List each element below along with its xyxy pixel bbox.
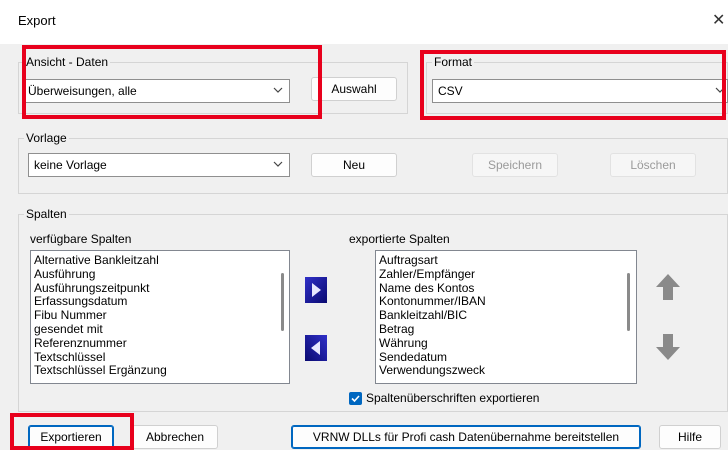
available-columns-label: verfügbare Spalten [30,232,132,246]
list-item[interactable]: Zahler/Empfänger [376,267,636,282]
list-item[interactable]: Kontonummer/IBAN [376,295,636,309]
window-title: Export [18,13,56,28]
exported-columns-scrollbar[interactable] [627,273,630,331]
list-item[interactable]: gesendet mit [31,322,289,337]
neu-button[interactable]: Neu [311,153,397,177]
remove-column-arrow-icon[interactable] [305,335,327,361]
list-item[interactable]: Betrag [376,322,636,337]
list-item[interactable]: Verwendungszweck [376,364,636,378]
ansicht-legend: Ansicht - Daten [24,55,111,69]
list-item[interactable]: Textschlüssel [31,350,289,365]
list-item[interactable]: Name des Kontos [376,281,636,296]
chevron-down-icon [273,87,283,93]
list-item[interactable]: Bankleitzahl/BIC [376,308,636,323]
speichern-button[interactable]: Speichern [472,153,558,177]
add-column-arrow-icon[interactable] [305,277,327,303]
export-button[interactable]: Exportieren [28,425,114,449]
list-item[interactable]: Auftragsart [376,253,636,268]
ansicht-selected-value: Überweisungen, alle [28,84,137,98]
list-item[interactable]: Ausführungszeitpunkt [31,281,289,296]
vrnw-dll-button[interactable]: VRNW DLLs für Profi cash Datenübernahme … [291,425,641,449]
format-combobox[interactable]: CSV [432,79,728,103]
vorlage-selected-value: keine Vorlage [34,158,107,172]
list-item[interactable]: Ausführung [31,267,289,282]
checkmark-icon [351,395,360,403]
list-item[interactable]: Währung [376,336,636,351]
list-item[interactable]: Alternative Bankleitzahl [31,253,289,268]
close-icon[interactable]: ✕ [712,10,725,30]
move-up-arrow-icon[interactable] [655,272,681,302]
exported-columns-list[interactable]: Auftragsart Zahler/Empfänger Name des Kont… [375,250,637,384]
list-item[interactable]: Erfassungsdatum [31,295,289,309]
vorlage-combobox[interactable]: keine Vorlage [28,153,290,177]
list-item[interactable]: Fibu Nummer [31,308,289,323]
available-columns-scrollbar[interactable] [281,273,284,331]
chevron-down-icon [715,87,725,93]
format-selected-value: CSV [438,84,463,98]
help-button[interactable]: Hilfe [659,425,721,449]
chevron-down-icon [273,161,283,167]
auswahl-button[interactable]: Auswahl [311,77,397,101]
list-item[interactable]: Sendedatum [376,350,636,365]
cancel-button[interactable]: Abbrechen [132,425,218,449]
list-item[interactable]: Referenznummer [31,336,289,351]
list-item[interactable]: Textschlüssel Ergänzung [31,364,289,378]
export-headers-checkbox[interactable] [349,392,362,405]
loeschen-button[interactable]: Löschen [610,153,696,177]
export-headers-label[interactable]: Spaltenüberschriften exportieren [366,391,539,405]
ansicht-combobox[interactable]: Überweisungen, alle [22,79,290,103]
format-legend: Format [432,55,475,69]
move-down-arrow-icon[interactable] [655,332,681,362]
title-bar [0,0,728,44]
vorlage-legend: Vorlage [24,131,69,145]
spalten-legend: Spalten [24,207,69,221]
exported-columns-label: exportierte Spalten [349,232,450,246]
available-columns-list[interactable]: Alternative Bankleitzahl Ausführung Ausfüh… [30,250,290,384]
